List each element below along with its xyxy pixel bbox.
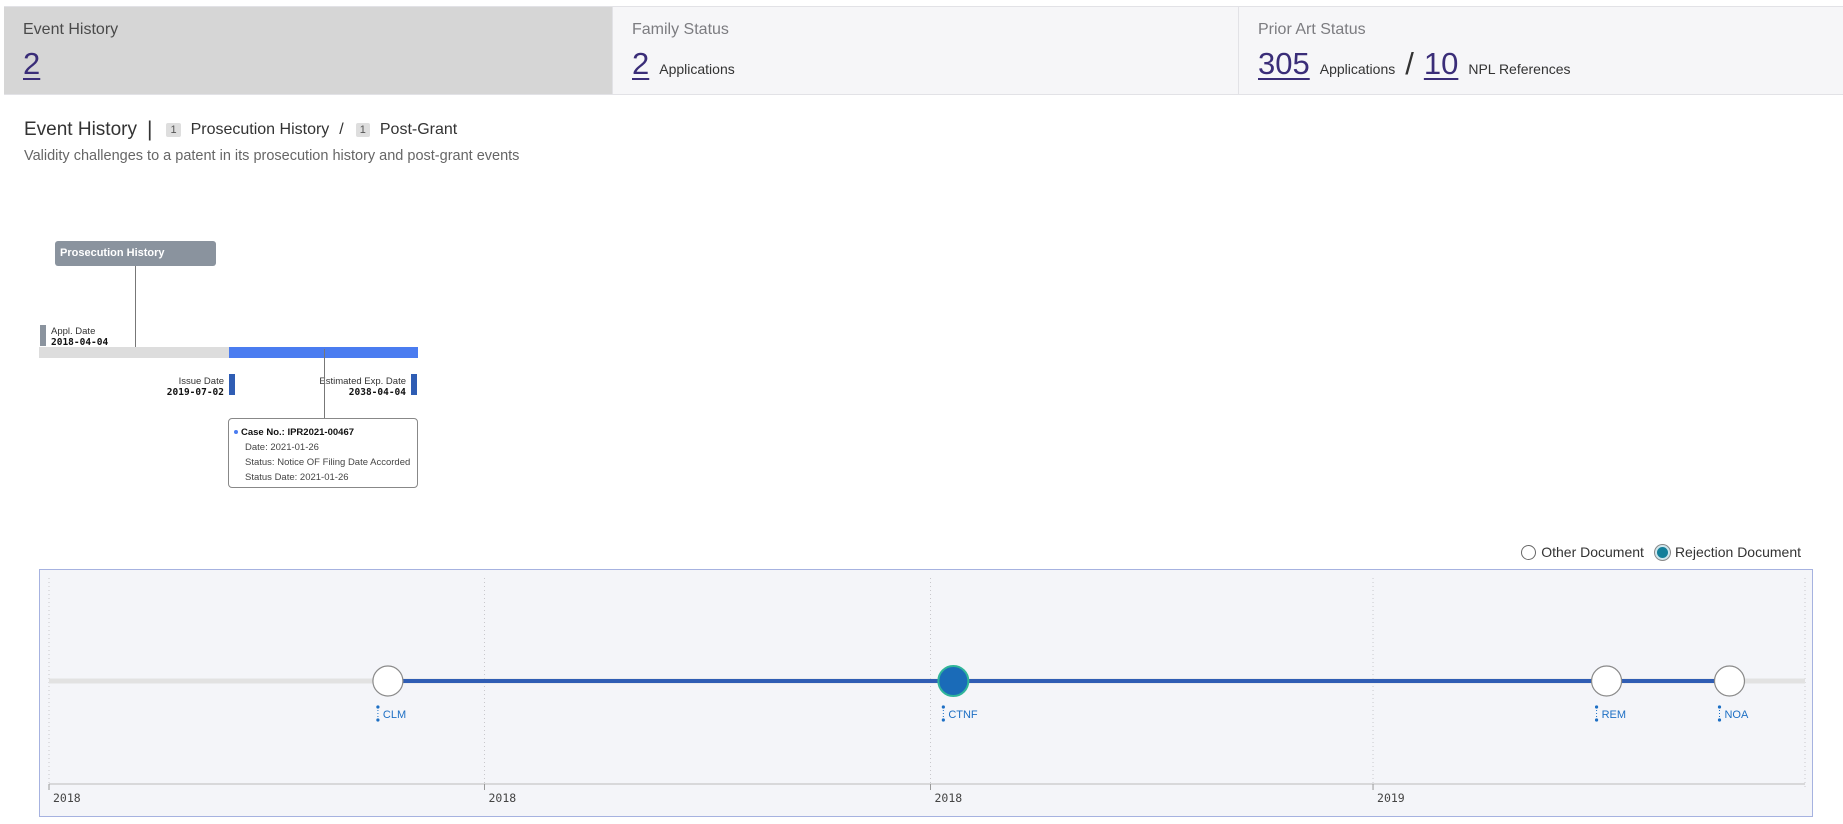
case-connector — [324, 349, 325, 419]
event-label-ctnf[interactable]: CTNF — [948, 709, 978, 721]
axis-tick-label-2: 2018 — [935, 791, 963, 805]
event-stem-bottom-3 — [1717, 718, 1722, 722]
event-stem-top-1 — [941, 705, 945, 709]
legend-other-document[interactable]: Other Document — [1521, 544, 1644, 560]
event-stem-top-0 — [376, 705, 380, 709]
prosecution-history-link[interactable]: Prosecution History — [191, 121, 330, 139]
event-stem-bottom-2 — [1594, 718, 1599, 722]
section-title: Event History — [24, 119, 137, 140]
document-timeline-svg: CLM CTNF REM NOA 2018 2018 2018 2019 — [48, 578, 1806, 805]
event-marker-ctnf[interactable] — [937, 665, 970, 697]
tab-family-status[interactable]: Family Status 2 Applications — [612, 7, 1238, 94]
axis-tick-label-3: 2019 — [1377, 791, 1405, 805]
crumb-separator: / — [339, 121, 344, 138]
event-stem-bottom-1 — [941, 718, 945, 722]
document-legend: Other Document Rejection Document — [1510, 544, 1801, 560]
document-timeline-chart: CLM CTNF REM NOA 2018 2018 2018 2019 — [39, 569, 1813, 817]
post-grant-link[interactable]: Post-Grant — [380, 121, 457, 139]
event-history-count[interactable]: 2 — [23, 46, 40, 82]
legend-rejection-document[interactable]: Rejection Document — [1654, 544, 1801, 560]
appl-date-caption: Appl. Date — [51, 326, 96, 337]
event-history-title: Event History — [23, 21, 119, 38]
case-status-date: Status Date: 2021-01-26 — [245, 472, 349, 483]
family-status-title: Family Status — [632, 21, 729, 38]
case-number: Case No.: IPR2021-00467 — [241, 427, 355, 438]
event-stem-bottom-0 — [376, 718, 380, 722]
stats-bar: Event History 2 Family Status 2 Applicat… — [4, 6, 1843, 95]
event-stem-top-2 — [1594, 705, 1599, 709]
case-card[interactable]: Case No.: IPR2021-00467 Date: 2021-01-26… — [228, 418, 418, 488]
section-header: Event History | 1 Prosecution History / … — [24, 118, 457, 142]
event-label-rem[interactable]: REM — [1602, 709, 1626, 721]
event-label-noa[interactable]: NOA — [1724, 709, 1749, 721]
axis-tick-label-1: 2018 — [488, 791, 516, 805]
event-label-clm[interactable]: CLM — [383, 709, 406, 721]
tab-prior-art-status[interactable]: Prior Art Status 305 Applications / 10 N… — [1238, 7, 1843, 94]
tab-event-history[interactable]: Event History 2 — [4, 7, 612, 94]
postgrant-count-badge: 1 — [355, 123, 370, 137]
issue-date-value: 2019-07-02 — [166, 387, 224, 398]
family-status-unit: Applications — [659, 61, 735, 77]
rejection-document-circle-icon — [1654, 544, 1670, 560]
exp-date-caption: Estimated Exp. Date — [319, 376, 406, 387]
prosecution-connector — [135, 266, 136, 352]
section-description: Validity challenges to a patent in its p… — [24, 148, 520, 164]
prior-art-applications-unit: Applications — [1319, 61, 1396, 77]
pre-issue-bar — [39, 347, 229, 358]
appl-date-label: Appl. Date 2018-04-04 — [51, 326, 108, 348]
event-marker-clm[interactable] — [372, 665, 404, 697]
axis-tick-label-0: 2018 — [53, 791, 81, 805]
issue-date-label: Issue Date 2019-07-02 — [167, 376, 224, 398]
issue-date-caption: Issue Date — [178, 376, 224, 387]
case-date: Date: 2021-01-26 — [245, 442, 319, 453]
prior-art-npl-count[interactable]: 10 — [1424, 46, 1458, 82]
legend-other-label: Other Document — [1541, 544, 1644, 560]
prior-art-applications-count[interactable]: 305 — [1258, 46, 1310, 82]
prior-art-npl-unit: NPL References — [1468, 61, 1571, 77]
prior-art-title: Prior Art Status — [1258, 21, 1366, 38]
issue-date-marker — [229, 374, 235, 395]
other-document-circle-icon — [1521, 544, 1537, 560]
family-status-count[interactable]: 2 — [632, 46, 649, 82]
event-stem-top-3 — [1717, 705, 1722, 709]
case-dot-icon — [234, 430, 238, 435]
legend-rejection-label: Rejection Document — [1674, 544, 1801, 560]
exp-date-marker — [411, 374, 417, 395]
case-status: Status: Notice OF Filing Date Accorded — [245, 457, 411, 468]
prosecution-count-badge: 1 — [166, 123, 181, 137]
event-marker-noa[interactable] — [1713, 665, 1746, 697]
exp-date-label: Estimated Exp. Date 2038-04-04 — [319, 376, 406, 398]
section-separator: | — [146, 118, 153, 141]
exp-date-value: 2038-04-04 — [348, 387, 406, 398]
event-marker-rem[interactable] — [1590, 665, 1623, 697]
prior-art-slash: / — [1405, 46, 1414, 81]
appl-date-marker — [40, 325, 46, 346]
prosecution-history-label[interactable]: Prosecution History — [55, 241, 216, 266]
